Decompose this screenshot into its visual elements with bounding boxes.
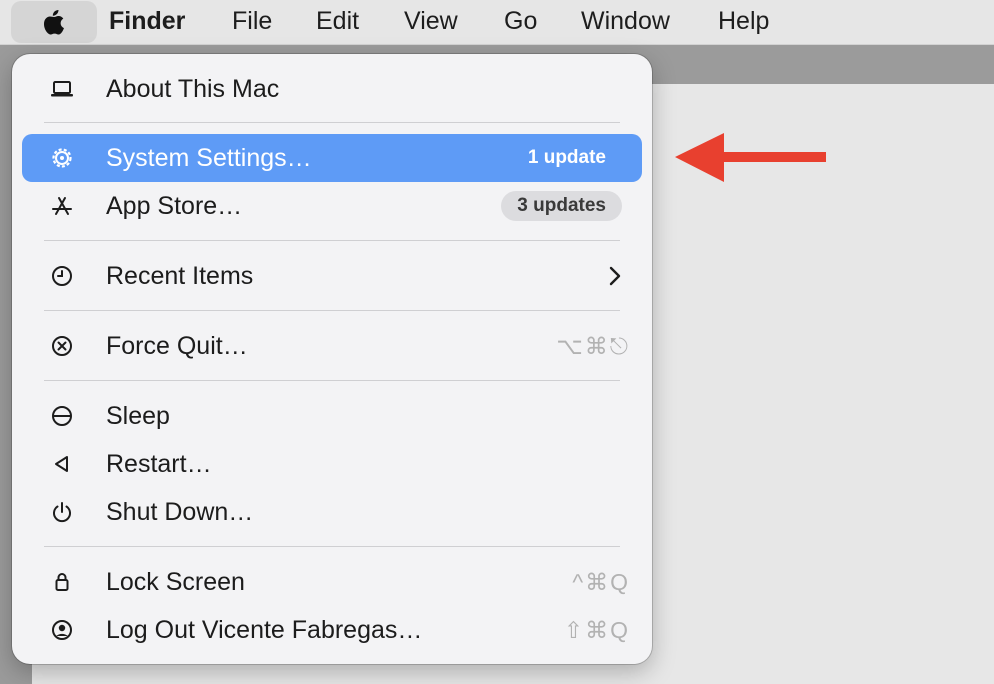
menu-item-label: Recent Items	[106, 262, 254, 290]
laptop-icon	[51, 81, 73, 97]
apple-menu-button[interactable]	[11, 1, 97, 43]
menu-item-label: Shut Down…	[106, 498, 254, 526]
lock-icon	[55, 573, 69, 591]
menu-item-sleep[interactable]: Sleep	[22, 392, 642, 440]
apple-menu: About This Mac System Settings… 1 update…	[12, 54, 652, 664]
menu-item-label: Sleep	[106, 402, 170, 430]
menu-item-label: Log Out Vicente Fabregas…	[106, 616, 423, 644]
menu-item-app-store[interactable]: App Store… 3 updates	[22, 182, 642, 230]
menu-go[interactable]: Go	[504, 0, 537, 44]
x-circle-icon	[52, 336, 72, 356]
keyboard-shortcut: ⇧⌘Q	[563, 617, 630, 643]
chevron-right-icon	[609, 266, 621, 286]
separator	[44, 310, 620, 311]
separator	[44, 240, 620, 241]
clock-icon	[52, 266, 72, 286]
restart-triangle-icon	[55, 456, 68, 472]
menu-item-log-out[interactable]: Log Out Vicente Fabregas… ⇧⌘Q	[22, 606, 642, 654]
keyboard-shortcut: ⌥⌘⎋	[556, 333, 630, 359]
menu-item-label: Force Quit…	[106, 332, 248, 360]
menu-item-recent-items[interactable]: Recent Items	[22, 252, 642, 300]
user-circle-icon	[52, 620, 72, 640]
app-store-icon	[52, 197, 72, 215]
separator	[44, 546, 620, 547]
gear-icon	[52, 148, 72, 168]
sleep-icon	[52, 406, 72, 426]
menu-item-system-settings[interactable]: System Settings… 1 update	[22, 134, 642, 182]
red-arrow-icon	[675, 133, 826, 182]
menu-finder[interactable]: Finder	[109, 0, 185, 44]
update-badge: 1 update	[527, 147, 606, 168]
menu-edit[interactable]: Edit	[316, 0, 359, 44]
menu-help[interactable]: Help	[718, 0, 769, 44]
menu-item-about[interactable]: About This Mac	[22, 65, 642, 113]
menu-item-label: System Settings…	[106, 144, 312, 172]
menu-item-label: Restart…	[106, 450, 212, 478]
menu-file[interactable]: File	[232, 0, 272, 44]
power-icon	[53, 502, 71, 523]
menu-item-lock-screen[interactable]: Lock Screen ^⌘Q	[22, 558, 642, 606]
menu-item-label: About This Mac	[106, 75, 280, 103]
menu-item-label: App Store…	[106, 192, 243, 220]
menu-bar: Finder File Edit View Go Window Help	[0, 0, 994, 45]
menu-window[interactable]: Window	[581, 0, 670, 44]
menu-item-restart[interactable]: Restart…	[22, 440, 642, 488]
menu-view[interactable]: View	[404, 0, 458, 44]
separator	[44, 380, 620, 381]
menu-item-force-quit[interactable]: Force Quit… ⌥⌘⎋	[22, 322, 642, 370]
update-badge: 3 updates	[501, 191, 622, 221]
menu-item-label: Lock Screen	[106, 568, 245, 596]
menu-item-shut-down[interactable]: Shut Down…	[22, 488, 642, 536]
separator	[44, 122, 620, 123]
keyboard-shortcut: ^⌘Q	[572, 569, 630, 595]
apple-logo-icon	[44, 9, 64, 35]
